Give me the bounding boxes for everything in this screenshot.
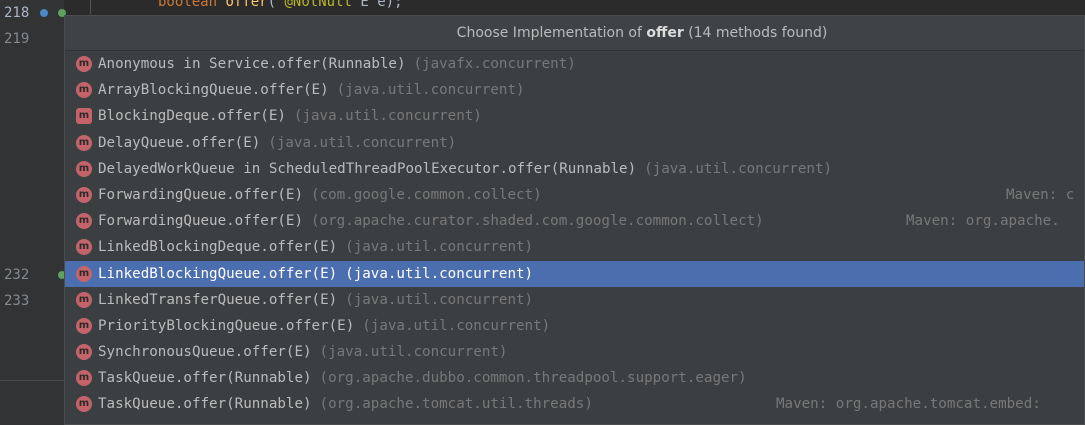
implementation-item[interactable]: m PriorityBlockingQueue.offer(E) (java.uti… — [65, 313, 1084, 339]
method-icon: m — [76, 317, 92, 334]
method-signature: BlockingDeque.offer(E) (java.util.concurr… — [98, 103, 482, 129]
method-signature: TaskQueue.offer(Runnable) (org.apache.tom… — [98, 391, 593, 417]
line-number: 219 — [4, 31, 30, 47]
implementation-item[interactable]: m DelayedWorkQueue in ScheduledThreadPool… — [65, 156, 1084, 182]
implementation-item[interactable]: m Anonymous in Service.offer(Runnable) (ja… — [65, 51, 1084, 77]
title-suffix: (14 methods found) — [688, 25, 828, 41]
method-name: LinkedBlockingDeque.offer(E) — [98, 239, 338, 256]
package-name: (javafx.concurrent) — [413, 56, 576, 72]
package-name: (org.apache.dubbo.common.threadpool.supp… — [319, 370, 747, 387]
method-icon: m — [76, 265, 92, 282]
implementation-item[interactable]: m TaskQueue.offer(Runnable) (org.apache.to… — [65, 391, 1084, 417]
method-name: TaskQueue.offer(Runnable) — [98, 396, 312, 413]
method-icon: m — [76, 56, 92, 72]
method-signature: LinkedBlockingQueue.offer(E) (java.util.c… — [98, 261, 533, 287]
title-method: offer — [646, 25, 684, 41]
line-number: 233 — [4, 293, 30, 309]
method-name: LinkedTransferQueue.offer(E) — [98, 291, 338, 308]
package-name: (org.apache.tomcat.util.threads) — [319, 396, 593, 413]
method-icon: m — [76, 160, 92, 177]
method-icon: m — [76, 396, 92, 413]
method-name: LinkedBlockingQueue.offer(E) — [98, 265, 338, 282]
package-name: (org.apache.curator.shaded.com.google.co… — [311, 213, 764, 230]
method-name: DelayedWorkQueue in ScheduledThreadPoolE… — [98, 160, 637, 177]
implementation-item[interactable]: m ArrayBlockingQueue.offer(E) (java.util.c… — [65, 77, 1084, 103]
maven-library: Maven: org.apache.tomcat.embed: — [776, 396, 1041, 413]
method-name: BlockingDeque.offer(E) — [98, 108, 286, 125]
editor-divider — [0, 380, 64, 381]
method-icon: m — [76, 344, 92, 361]
implementation-list: m Anonymous in Service.offer(Runnable) (ja… — [65, 51, 1084, 418]
method-signature: ArrayBlockingQueue.offer(E) (java.util.co… — [98, 77, 525, 103]
overriding-method-icon[interactable] — [40, 9, 48, 17]
implementation-item[interactable]: m ForwardingQueue.offer(E) (org.apache.cur… — [65, 208, 1084, 234]
line-number: 232 — [4, 267, 30, 283]
method-icon: m — [76, 291, 92, 308]
method-name: PriorityBlockingQueue.offer(E) — [98, 317, 355, 334]
method-icon: m — [76, 370, 92, 387]
package-name: (java.util.concurrent) — [644, 160, 833, 177]
method-icon: m — [76, 186, 92, 203]
method-signature: ForwardingQueue.offer(E) (com.google.comm… — [98, 182, 542, 208]
package-name: (java.util.concurrent) — [345, 291, 534, 308]
method-name: Anonymous in Service.offer(Runnable) — [98, 56, 406, 72]
implementation-item[interactable]: m DelayQueue.offer(E) (java.util.concurren… — [65, 130, 1084, 156]
method-signature: DelayedWorkQueue in ScheduledThreadPoolE… — [98, 156, 832, 182]
package-name: (java.util.concurrent) — [268, 134, 457, 151]
line-number: 218 — [4, 5, 30, 21]
gutter-separator — [90, 0, 91, 14]
method-signature: ForwardingQueue.offer(E) (org.apache.cura… — [98, 208, 764, 234]
code-line: boolean offer( @NotNull E e); — [158, 0, 403, 10]
package-name: (java.util.concurrent) — [345, 239, 534, 256]
method-icon: m — [76, 108, 92, 125]
method-signature: LinkedTransferQueue.offer(E) (java.util.c… — [98, 287, 533, 313]
maven-library: Maven: org.apache. — [906, 213, 1060, 230]
method-name: ForwardingQueue.offer(E) — [98, 213, 303, 230]
implementation-item[interactable]: m ForwardingQueue.offer(E) (com.google.com… — [65, 182, 1084, 208]
method-name: TaskQueue.offer(Runnable) — [98, 370, 312, 387]
maven-library: Maven: c — [1006, 186, 1075, 203]
editor-gutter: 218 219 232 233 — [0, 0, 66, 425]
method-name: SynchronousQueue.offer(E) — [98, 344, 312, 361]
method-signature: TaskQueue.offer(Runnable) (org.apache.dub… — [98, 365, 747, 391]
method-signature: Anonymous in Service.offer(Runnable) (jav… — [98, 51, 576, 77]
method-signature: PriorityBlockingQueue.offer(E) (java.util… — [98, 313, 550, 339]
package-name: (java.util.concurrent) — [345, 265, 534, 282]
method-signature: DelayQueue.offer(E) (java.util.concurrent… — [98, 130, 456, 156]
title-prefix: Choose Implementation of — [456, 25, 642, 41]
implementation-item[interactable]: m BlockingDeque.offer(E) (java.util.concur… — [65, 103, 1084, 129]
method-signature: SynchronousQueue.offer(E) (java.util.conc… — [98, 339, 507, 365]
package-name: (java.util.concurrent) — [293, 108, 482, 125]
implementation-item[interactable]: m LinkedBlockingDeque.offer(E) (java.util.… — [65, 234, 1084, 260]
method-name: DelayQueue.offer(E) — [98, 134, 261, 151]
method-icon: m — [76, 239, 92, 256]
implementation-item[interactable]: m LinkedTransferQueue.offer(E) (java.util.… — [65, 287, 1084, 313]
popup-title: Choose Implementation of offer (14 metho… — [65, 16, 1084, 51]
method-icon: m — [76, 134, 92, 151]
package-name: (java.util.concurrent) — [319, 344, 508, 361]
implementation-item[interactable]: m LinkedBlockingQueue.offer(E) (java.util.… — [65, 260, 1084, 287]
method-name: ArrayBlockingQueue.offer(E) — [98, 82, 329, 99]
package-name: (java.util.concurrent) — [336, 82, 525, 99]
implementation-item[interactable]: m TaskQueue.offer(Runnable) (org.apache.du… — [65, 365, 1084, 391]
method-icon: m — [76, 82, 92, 99]
method-icon: m — [76, 213, 92, 230]
implementation-item[interactable]: m SynchronousQueue.offer(E) (java.util.con… — [65, 339, 1084, 365]
package-name: (java.util.concurrent) — [362, 317, 551, 334]
method-signature: LinkedBlockingDeque.offer(E) (java.util.c… — [98, 234, 533, 260]
choose-implementation-popup: Choose Implementation of offer (14 metho… — [64, 15, 1085, 425]
package-name: (com.google.common.collect) — [311, 186, 542, 203]
method-name: ForwardingQueue.offer(E) — [98, 186, 303, 203]
